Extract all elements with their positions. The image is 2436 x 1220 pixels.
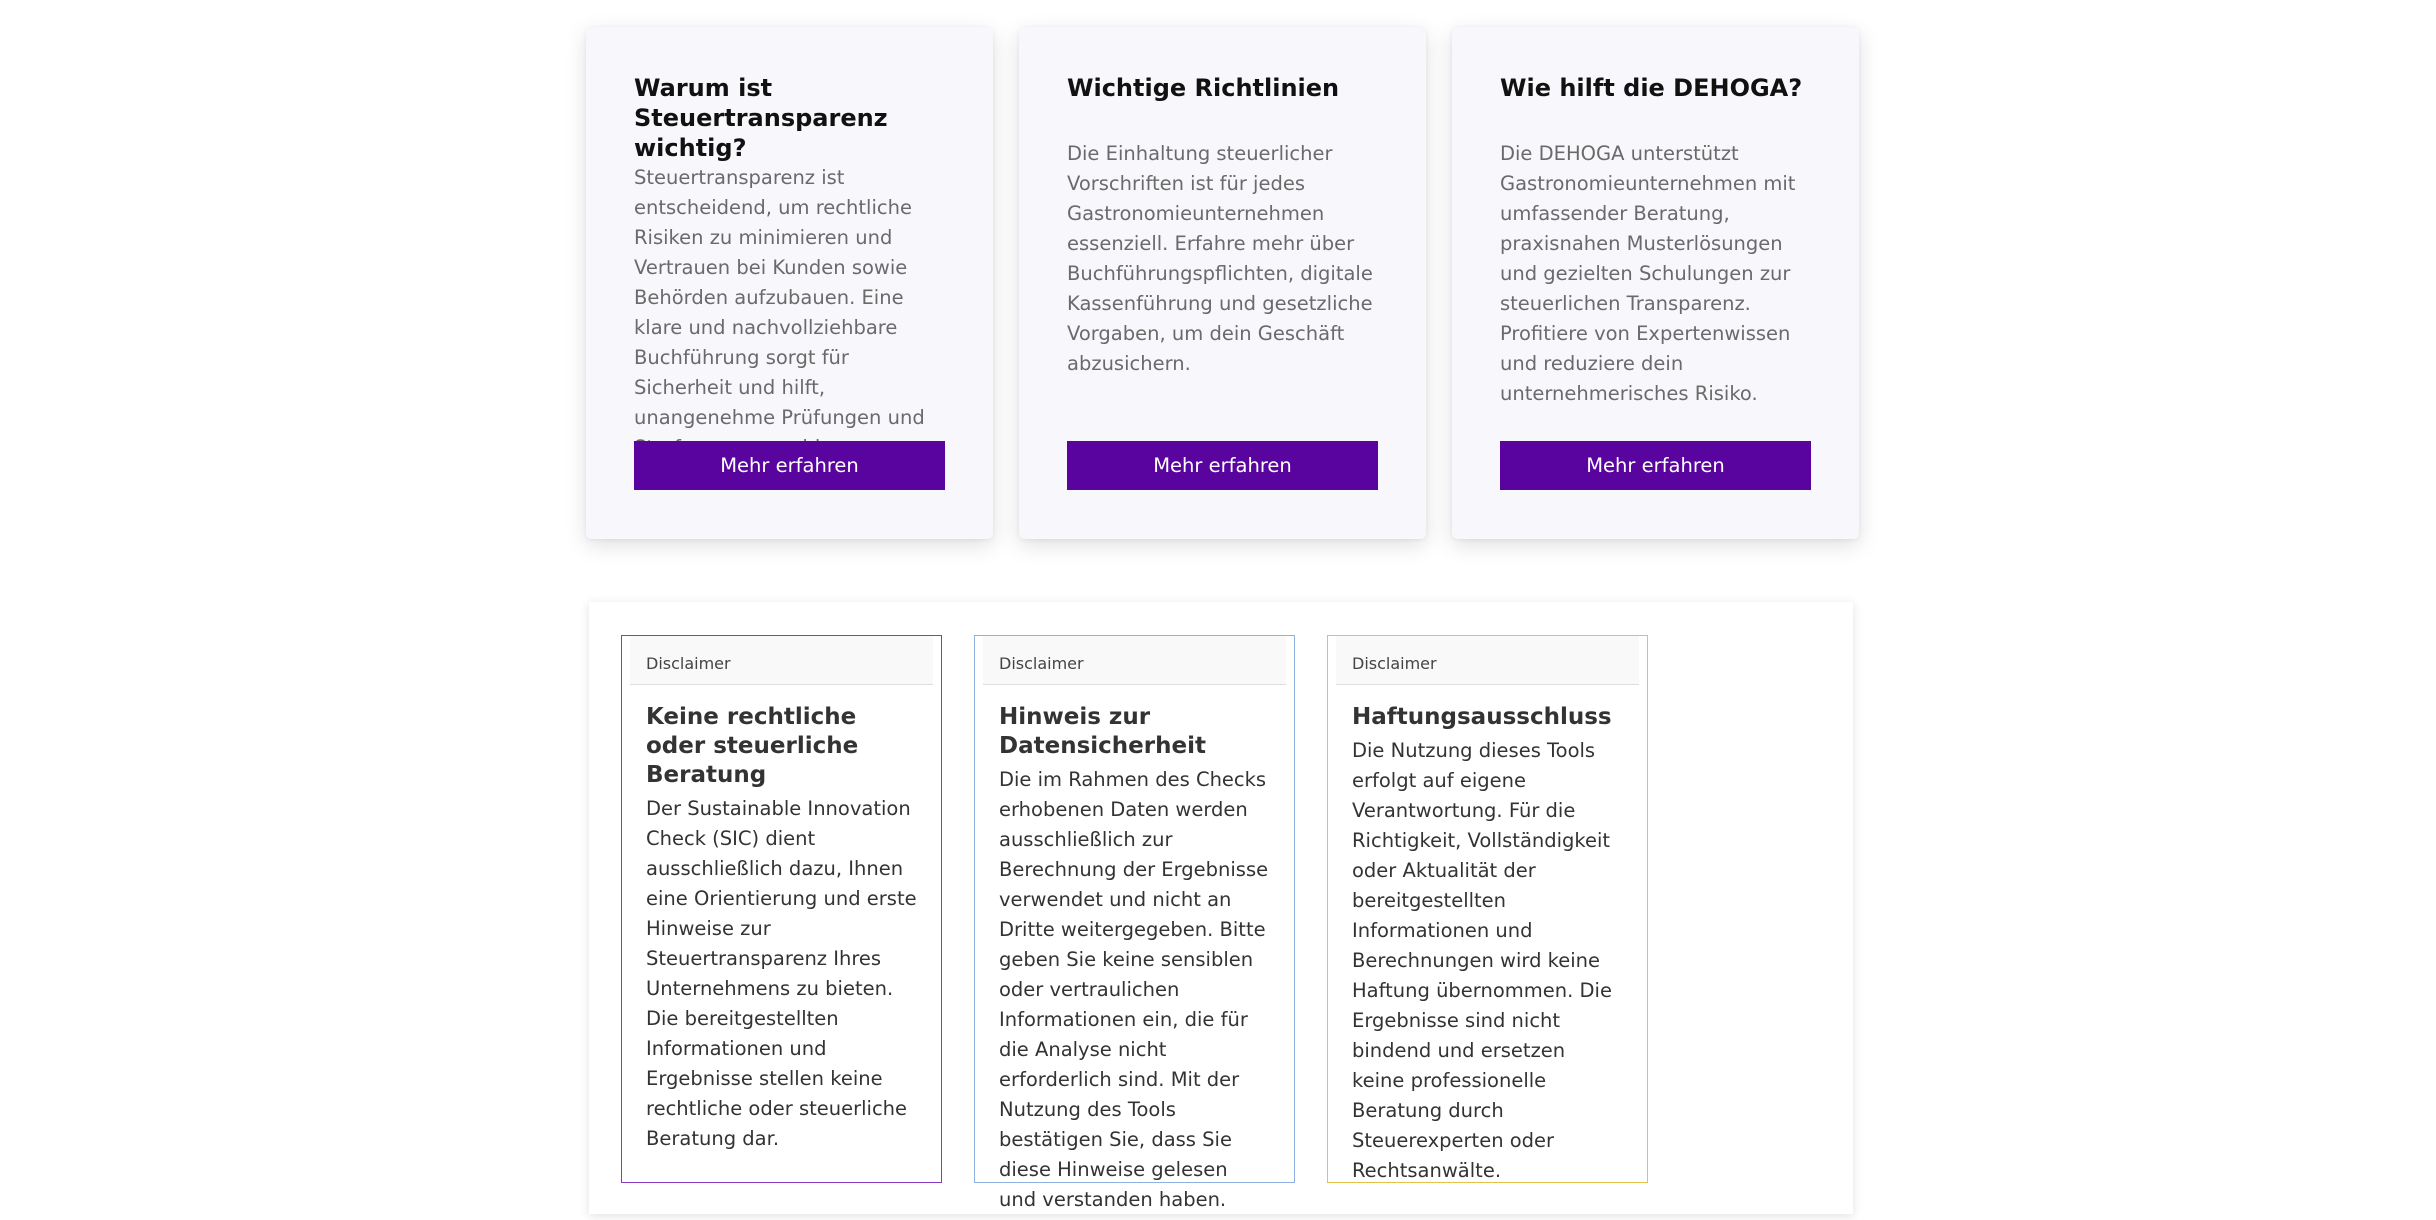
disclaimer-title: Haftungsausschluss <box>1352 704 1612 730</box>
disclaimer-title: Keine rechtliche oder steuerliche Beratu… <box>646 704 859 788</box>
info-card-text: Steuertransparenz ist entscheidend, um r… <box>634 166 925 459</box>
disclaimer-tag: Disclaimer <box>983 636 1286 685</box>
info-card-text: Die DEHOGA unterstützt Gastronomieuntern… <box>1500 142 1796 405</box>
disclaimer-body: Haftungsausschluss Die Nutzung dieses To… <box>1336 685 1639 1186</box>
disclaimer-body: Hinweis zur Datensicherheit Die im Rahme… <box>983 685 1286 1215</box>
info-card-richtlinien: Wichtige Richtlinien Die Einhaltung steu… <box>1019 27 1426 539</box>
disclaimer-text: Die Nutzung dieses Tools erfolgt auf eig… <box>1352 739 1612 1182</box>
disclaimer-body: Keine rechtliche oder steuerliche Beratu… <box>630 685 933 1154</box>
info-card-steuertransparenz: Warum ist Steuertransparenz wichtig? Ste… <box>586 27 993 539</box>
disclaimer-card-beratung: Disclaimer Keine rechtliche oder steuerl… <box>621 635 942 1183</box>
disclaimer-title: Hinweis zur Datensicherheit <box>999 704 1206 759</box>
mehr-erfahren-button[interactable]: Mehr erfahren <box>634 441 945 490</box>
page: Warum ist Steuertransparenz wichtig? Ste… <box>0 0 2436 1220</box>
disclaimer-card-datensicherheit: Disclaimer Hinweis zur Datensicherheit D… <box>974 635 1295 1211</box>
info-cards-row: Warum ist Steuertransparenz wichtig? Ste… <box>586 27 1859 539</box>
disclaimer-row: Disclaimer Keine rechtliche oder steuerl… <box>621 635 1648 1211</box>
info-card-dehoga: Wie hilft die DEHOGA? Die DEHOGA unterst… <box>1452 27 1859 539</box>
info-card-title: Wichtige Richtlinien <box>1067 74 1340 102</box>
disclaimer-panel: Disclaimer Keine rechtliche oder steuerl… <box>589 602 1853 1214</box>
info-card-title: Warum ist Steuertransparenz wichtig? <box>634 74 888 162</box>
disclaimer-tag: Disclaimer <box>630 636 933 685</box>
disclaimer-card-haftung: Disclaimer Haftungsausschluss Die Nutzun… <box>1327 635 1648 1183</box>
mehr-erfahren-button[interactable]: Mehr erfahren <box>1067 441 1378 490</box>
disclaimer-tag: Disclaimer <box>1336 636 1639 685</box>
disclaimer-text: Die im Rahmen des Checks erhobenen Daten… <box>999 768 1269 1211</box>
disclaimer-text: Der Sustainable Innovation Check (SIC) d… <box>646 797 917 1150</box>
info-card-text: Die Einhaltung steuerlicher Vorschriften… <box>1067 142 1373 375</box>
mehr-erfahren-button[interactable]: Mehr erfahren <box>1500 441 1811 490</box>
info-card-title: Wie hilft die DEHOGA? <box>1500 74 1803 102</box>
